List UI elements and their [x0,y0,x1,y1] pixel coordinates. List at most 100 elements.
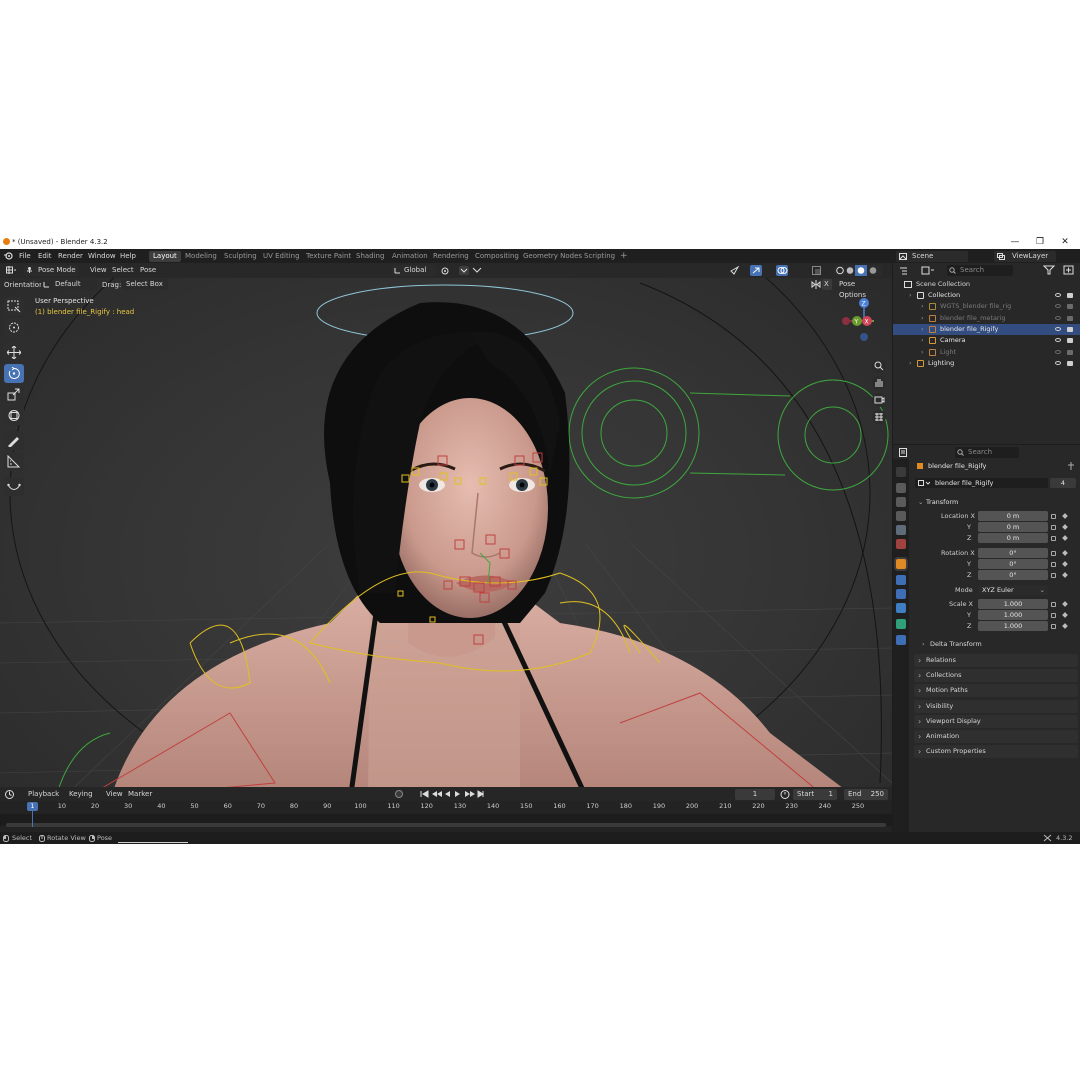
keyframe-icon[interactable] [1062,572,1068,578]
chevron-right-icon[interactable]: › [921,301,924,312]
constraints-tab-icon[interactable] [896,603,906,613]
keyframe-icon[interactable] [1062,513,1068,519]
drag-dropdown[interactable]: Select Box [122,279,168,290]
panel-motion-paths[interactable]: Motion Paths [914,684,1078,698]
scale-z-field[interactable]: 1.000 [978,621,1048,631]
pose-options-dropdown[interactable]: Pose Options [835,279,887,299]
tab-scripting[interactable]: Scripting [580,251,619,262]
scale-x-field[interactable]: 1.000 [978,599,1048,609]
tool-tab-icon[interactable] [896,467,906,477]
render-camera-icon[interactable] [1067,349,1073,355]
stopwatch-icon[interactable] [780,789,790,799]
lock-icon[interactable] [1051,551,1056,556]
timeline-scrollbar[interactable] [6,823,886,827]
tab-modeling[interactable]: Modeling [181,251,221,262]
new-collection-icon[interactable] [1063,265,1075,275]
outliner-item[interactable]: › Light [893,347,1080,358]
menu-file[interactable]: File [19,252,31,260]
display-mode-icon[interactable] [921,266,935,275]
select-box-tool[interactable] [4,297,24,316]
bone-size-tool[interactable] [4,477,24,496]
lock-icon[interactable] [1051,514,1056,519]
zoom-button[interactable] [872,359,886,373]
lock-icon[interactable] [1051,573,1056,578]
tab-compositing[interactable]: Compositing [471,251,523,262]
chevron-right-icon[interactable]: › [921,347,924,358]
eye-icon[interactable] [1055,293,1061,297]
physics-tab-icon[interactable] [896,589,906,599]
current-frame-field[interactable]: 1 [735,789,775,800]
object-tab-icon[interactable] [896,559,906,569]
properties-editor-type-icon[interactable] [899,448,911,457]
chevron-right-icon[interactable]: › [921,324,924,335]
menu-edit[interactable]: Edit [38,252,52,260]
cursor-tool[interactable] [4,318,24,337]
transform-orientation-dropdown[interactable]: Global [392,265,436,276]
scale-tool[interactable] [4,385,24,404]
add-workspace-button[interactable]: + [616,251,632,262]
lock-icon[interactable] [1051,536,1056,541]
chevron-right-icon[interactable]: › [909,358,912,369]
menu-keying[interactable]: Keying [69,790,93,798]
eye-icon[interactable] [1055,360,1061,365]
pivot-point-icon[interactable] [441,267,453,275]
render-camera-icon[interactable] [1067,360,1073,366]
keyframe-icon[interactable] [1062,623,1068,629]
axis-gizmo[interactable]: Z Y X [836,297,876,341]
eye-icon[interactable] [1055,349,1061,354]
rotation-y-field[interactable]: 0° [978,559,1048,569]
panel-relations[interactable]: Relations [914,654,1078,667]
end-frame-field[interactable]: End 250 [844,789,888,800]
keyframe-icon[interactable] [1062,601,1068,607]
ortho-toggle-button[interactable] [872,410,886,424]
tab-rendering[interactable]: Rendering [429,251,473,262]
menu-window[interactable]: Window [88,252,116,260]
eye-icon[interactable] [1055,338,1061,343]
frame-ruler[interactable]: 10 20 30 40 50 60 70 80 90 100 110 120 130 140 150 160 1… [22,802,888,812]
panel-collections[interactable]: Collections [914,669,1078,683]
render-camera-icon[interactable] [1067,338,1073,344]
eye-icon[interactable] [1055,315,1061,320]
eye-icon[interactable] [1055,304,1061,309]
move-tool[interactable] [4,343,24,362]
object-name-field[interactable]: blender file_Rigify [915,478,1048,488]
outliner-item[interactable]: › WGTS_blender file_rig [893,301,1080,312]
outliner-item[interactable]: › blender file_Rigify [893,323,1080,335]
delta-transform-subpanel[interactable]: › Delta Transform [920,638,1070,650]
annotate-tool[interactable] [4,431,24,450]
rotate-tool[interactable] [4,364,24,383]
menu-playback[interactable]: Playback [28,790,59,798]
rotation-mode-dropdown[interactable]: XYZ Euler ⌄ [978,585,1048,595]
chevron-right-icon[interactable]: › [909,290,912,301]
rotation-x-field[interactable]: 0° [978,548,1048,558]
armature-data-tab-icon[interactable] [896,619,906,629]
timeline-editor-type-icon[interactable] [5,790,19,799]
outliner-search-input[interactable]: Search [947,265,1013,276]
minimize-button[interactable]: — [1004,236,1026,249]
view-layer-tab-icon[interactable] [896,511,906,521]
outliner-editor-type-icon[interactable] [899,266,911,275]
outliner-item[interactable]: › Collection [893,290,1080,301]
output-tab-icon[interactable] [896,497,906,507]
3d-viewport[interactable]: Pose Mode View Select Pose Global Orient… [0,263,892,801]
tab-animation[interactable]: Animation [388,251,432,262]
keyframe-icon[interactable] [1062,524,1068,530]
shading-mode-buttons[interactable] [834,265,882,276]
render-camera-icon[interactable] [1067,326,1073,332]
maximize-button[interactable]: ❐ [1029,236,1051,249]
transform-tool[interactable] [4,406,24,425]
world-tab-icon[interactable] [896,539,906,549]
outliner-scene-collection[interactable]: Scene Collection [893,279,1080,290]
scene-tab-icon[interactable] [896,525,906,535]
lock-icon[interactable] [1051,624,1056,629]
tab-uv-editing[interactable]: UV Editing [259,251,304,262]
mode-selector[interactable]: Pose Mode [24,265,79,276]
chevron-right-icon[interactable]: › [921,313,924,324]
menu-timeline-view[interactable]: View [106,790,123,798]
keyframe-icon[interactable] [1062,535,1068,541]
snap-icon[interactable] [459,266,485,275]
location-x-field[interactable]: 0 m [978,511,1048,521]
menu-render[interactable]: Render [58,252,83,260]
scene-selector[interactable]: Scene [896,251,968,262]
scale-y-field[interactable]: 1.000 [978,610,1048,620]
